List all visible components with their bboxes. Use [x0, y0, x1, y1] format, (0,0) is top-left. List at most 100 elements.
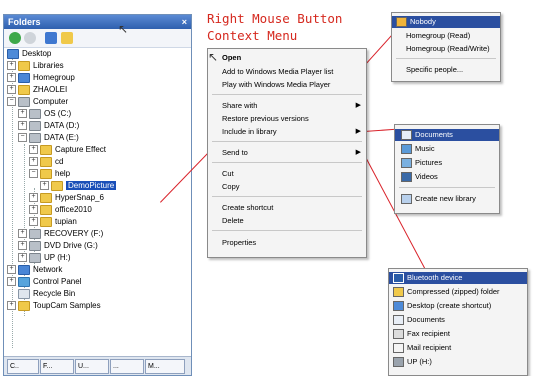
taskbar-item[interactable]: U... — [75, 359, 109, 374]
tree-label: Capture Effect — [55, 145, 106, 154]
tree-item-cd[interactable]: + cd — [29, 156, 63, 167]
collapse-icon[interactable]: − — [7, 97, 16, 107]
taskbar-item[interactable]: F... — [40, 359, 74, 374]
tree-label: Computer — [33, 97, 69, 106]
expand-icon[interactable]: + — [18, 241, 27, 251]
menu-item-desktop-shortcut[interactable]: Desktop (create shortcut) — [389, 300, 527, 312]
expand-icon[interactable]: + — [29, 217, 38, 227]
menu-item-label: Documents — [407, 315, 445, 324]
menu-separator — [212, 141, 362, 142]
menu-item-mail[interactable]: Mail recipient — [389, 342, 527, 354]
expand-icon[interactable]: + — [18, 253, 27, 263]
menu-item-nobody[interactable]: Nobody — [392, 16, 500, 28]
tree-item-os-c[interactable]: + OS (C:) — [18, 108, 71, 119]
menu-item-videos[interactable]: Videos — [395, 171, 499, 183]
expand-icon[interactable]: + — [29, 193, 38, 203]
usb-drive-icon — [393, 357, 404, 368]
menu-item-send-to[interactable]: Send to ▶ — [208, 147, 366, 159]
menu-separator — [212, 196, 362, 197]
submenu-arrow-icon: ▶ — [355, 102, 361, 109]
tree-item-demopicture[interactable]: + DemoPicture — [40, 180, 117, 191]
menu-item-cut[interactable]: Cut — [208, 168, 366, 180]
expand-icon[interactable]: + — [7, 265, 16, 275]
menu-item-up-h[interactable]: UP (H:) — [389, 356, 527, 368]
menu-item-include-library[interactable]: Include in library ▶ — [208, 126, 366, 138]
expand-icon[interactable]: + — [29, 157, 38, 167]
menu-item-documents[interactable]: Documents — [395, 129, 499, 141]
tree-item-dvd-g[interactable]: + DVD Drive (G:) — [18, 240, 98, 251]
callout-line-library — [364, 128, 394, 132]
tree-item-toupcam[interactable]: + ToupCam Samples — [7, 300, 101, 311]
menu-item-homegroup-readwrite[interactable]: Homegroup (Read/Write) — [392, 43, 500, 55]
taskbar-item[interactable]: ... — [110, 359, 144, 374]
tree-item-recycle-bin[interactable]: Recycle Bin — [18, 288, 75, 299]
tree-item-desktop[interactable]: Desktop — [7, 48, 51, 59]
menu-item-copy[interactable]: Copy — [208, 181, 366, 193]
menu-item-play-wmp[interactable]: Play with Windows Media Player — [208, 79, 366, 91]
tree-item-help[interactable]: − help — [29, 168, 70, 179]
expand-icon[interactable]: + — [29, 145, 38, 155]
menu-item-documents[interactable]: Documents — [389, 314, 527, 326]
close-icon[interactable]: × — [182, 15, 187, 29]
menu-separator — [212, 230, 362, 231]
tree-item-recovery-f[interactable]: + RECOVERY (F:) — [18, 228, 103, 239]
collapse-icon[interactable]: − — [18, 133, 27, 143]
expand-icon[interactable]: + — [7, 73, 16, 83]
taskbar-item[interactable]: M... — [145, 359, 185, 374]
views-icon[interactable] — [45, 32, 57, 44]
expand-icon[interactable]: + — [40, 181, 49, 191]
tree-item-network[interactable]: + Network — [7, 264, 62, 275]
menu-item-pictures[interactable]: Pictures — [395, 157, 499, 169]
tree-item-capture-effect[interactable]: + Capture Effect — [29, 144, 106, 155]
menu-item-label: Nobody — [410, 17, 436, 26]
expand-icon[interactable]: + — [18, 109, 27, 119]
menu-item-fax[interactable]: Fax recipient — [389, 328, 527, 340]
menu-item-add-to-wmp[interactable]: Add to Windows Media Player list — [208, 66, 366, 78]
folder-up-icon[interactable] — [61, 32, 73, 44]
menu-item-specific-people[interactable]: Specific people... — [392, 64, 500, 76]
tree-label: HyperSnap_6 — [55, 193, 104, 202]
menu-item-create-shortcut[interactable]: Create shortcut — [208, 202, 366, 214]
menu-item-bluetooth[interactable]: Bluetooth device — [389, 272, 527, 284]
tree-item-homegroup[interactable]: + Homegroup — [7, 72, 75, 83]
expand-icon[interactable]: + — [7, 301, 16, 311]
forward-icon[interactable] — [24, 32, 36, 44]
tree-item-computer[interactable]: − Computer — [7, 96, 68, 107]
expand-icon[interactable]: + — [7, 85, 16, 95]
menu-item-homegroup-read[interactable]: Homegroup (Read) — [392, 30, 500, 42]
menu-item-create-library[interactable]: Create new library — [395, 193, 499, 205]
expand-icon[interactable]: + — [29, 205, 38, 215]
expand-icon[interactable]: + — [18, 121, 27, 131]
tree-item-up-h[interactable]: + UP (H:) — [18, 252, 71, 263]
zip-folder-icon — [393, 287, 404, 298]
tree-item-hypersnap[interactable]: + HyperSnap_6 — [29, 192, 104, 203]
mouse-cursor-icon: ↖ — [208, 50, 219, 64]
menu-item-restore[interactable]: Restore previous versions — [208, 113, 366, 125]
usb-drive-icon — [29, 252, 41, 263]
menu-item-music[interactable]: Music — [395, 143, 499, 155]
tree-item-data-e[interactable]: − DATA (E:) — [18, 132, 79, 143]
menu-item-properties[interactable]: Properties — [208, 237, 366, 249]
menu-item-share-with[interactable]: Share with ▶ — [208, 100, 366, 112]
tree-item-data-d[interactable]: + DATA (D:) — [18, 120, 79, 131]
tree-item-zhaolei[interactable]: + ZHAOLEI — [7, 84, 67, 95]
menu-item-compressed[interactable]: Compressed (zipped) folder — [389, 286, 527, 298]
menu-item-open[interactable]: Open — [208, 52, 366, 64]
tree-item-tupian[interactable]: + tupian — [29, 216, 77, 227]
expand-icon[interactable]: + — [7, 61, 16, 71]
expand-icon[interactable]: + — [18, 229, 27, 239]
expand-icon[interactable]: + — [7, 277, 16, 287]
collapse-icon[interactable]: − — [29, 169, 38, 179]
menu-item-label: Compressed (zipped) folder — [407, 287, 500, 296]
documents-icon — [393, 315, 404, 326]
tree-label: office2010 — [55, 205, 92, 214]
taskbar-item[interactable]: C.. — [7, 359, 39, 374]
folder-icon — [40, 204, 52, 215]
tree-item-control-panel[interactable]: + Control Panel — [7, 276, 81, 287]
user-folder-icon — [18, 84, 30, 95]
tree-item-office2010[interactable]: + office2010 — [29, 204, 92, 215]
menu-item-delete[interactable]: Delete — [208, 215, 366, 227]
tree-item-libraries[interactable]: + Libraries — [7, 60, 64, 71]
back-icon[interactable] — [9, 32, 21, 44]
new-library-icon — [401, 194, 412, 205]
